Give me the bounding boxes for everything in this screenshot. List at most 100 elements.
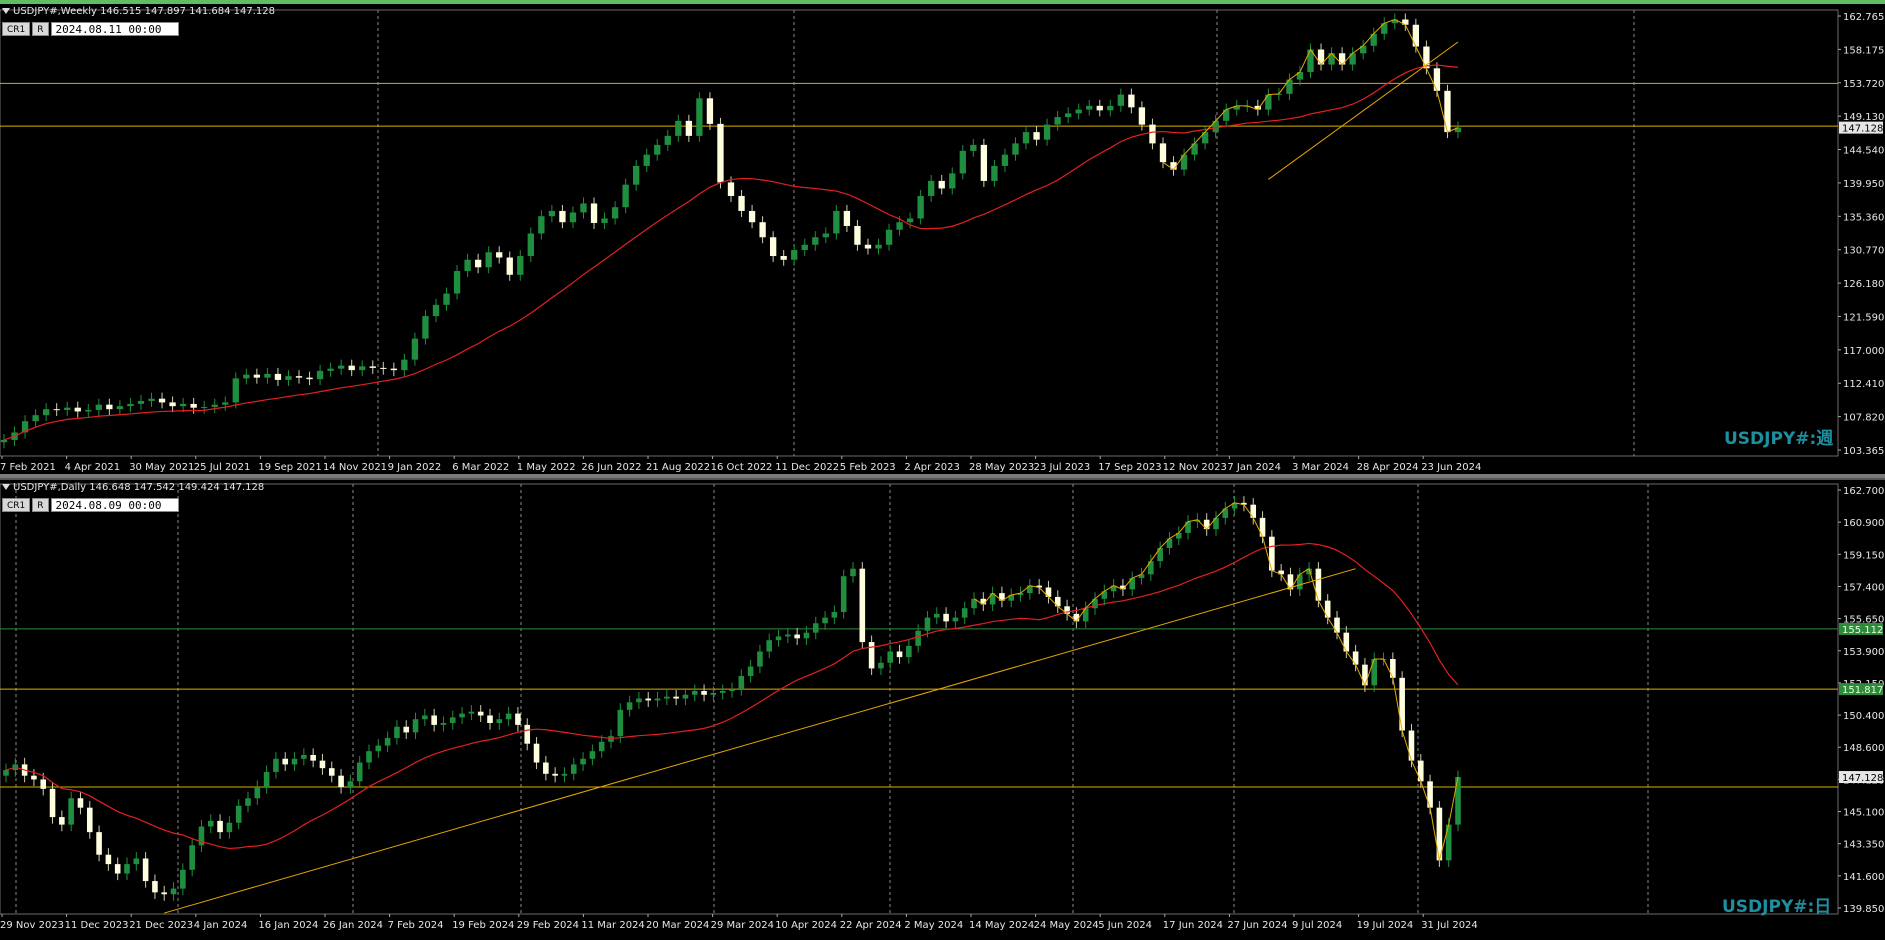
last-price-tag: 147.128: [1842, 773, 1883, 784]
candle-up: [850, 568, 856, 577]
candle-down: [1138, 107, 1146, 125]
candle-down: [685, 120, 693, 136]
candle-up: [654, 144, 661, 155]
x-tick-label: 17 Jun 2024: [1163, 920, 1223, 931]
x-tick-label: 14 Nov 2021: [323, 462, 387, 473]
weekly-date-input[interactable]: 2024.08.11 00:00: [50, 22, 179, 36]
y-tick-label: 158.175: [1843, 45, 1884, 56]
candle-down: [727, 182, 735, 196]
weekly-chart-canvas[interactable]: 162.765 158.175 153.720 149.130 144.540 139.9…: [0, 4, 1885, 474]
candle-up: [1012, 143, 1019, 155]
candle-up: [443, 293, 450, 305]
candle-down: [506, 257, 513, 275]
moving-average-line: [3, 64, 1459, 441]
candle-down: [859, 568, 866, 643]
collapse-triangle-icon[interactable]: [2, 8, 10, 14]
candle-down: [1412, 24, 1420, 47]
candle-up: [412, 719, 419, 733]
x-tick-label: 2 Apr 2023: [904, 462, 959, 473]
x-tick-label: 4 Apr 2021: [65, 462, 120, 473]
candle-up: [116, 406, 124, 410]
candle-up: [254, 786, 261, 799]
candle-up: [633, 165, 640, 185]
candle-down: [980, 144, 988, 181]
candle-up: [517, 256, 524, 275]
candle-up: [133, 858, 140, 865]
candle-down: [431, 715, 437, 725]
x-tick-label: 28 Apr 2024: [1357, 462, 1419, 473]
candle-up: [1054, 117, 1061, 125]
candle-down: [217, 820, 223, 833]
candle-up: [580, 203, 587, 213]
weekly-cr1-button[interactable]: CR1: [2, 22, 31, 36]
x-tick-label: 27 Jun 2024: [1227, 920, 1287, 931]
candle-up: [189, 845, 195, 870]
daily-cr1-button[interactable]: CR1: [2, 498, 31, 512]
collapse-triangle-icon[interactable]: [2, 484, 10, 490]
daily-chart-canvas[interactable]: 162.700160.900159.150157.400155.650153.9…: [0, 480, 1885, 940]
candle-up: [601, 218, 608, 223]
candle-down: [77, 798, 84, 808]
candle-down: [487, 715, 493, 723]
y-tick-label: 160.900: [1843, 518, 1884, 529]
daily-watermark: USDJPY#:日: [1722, 897, 1832, 917]
x-tick-label: 17 Sep 2023: [1098, 462, 1161, 473]
candle-down: [152, 881, 158, 893]
candle-up: [291, 758, 298, 765]
candle-up: [1075, 109, 1082, 114]
candle-down: [474, 259, 482, 268]
x-tick-label: 29 Mar 2024: [711, 920, 774, 931]
y-tick-label: 148.600: [1843, 743, 1884, 754]
candle-up: [449, 717, 456, 723]
candle-down: [706, 98, 714, 124]
candle-up: [840, 576, 847, 612]
candle-up: [617, 709, 624, 737]
candle-down: [943, 613, 949, 622]
candle-up: [235, 805, 242, 823]
y-tick-label: 145.100: [1843, 808, 1884, 819]
candle-up: [675, 120, 682, 136]
x-tick-label: 23 Jun 2024: [1421, 462, 1481, 473]
candle-up: [561, 773, 568, 776]
candle-down: [31, 775, 37, 780]
candle-up: [1086, 105, 1093, 110]
y-tick-label: 157.400: [1843, 582, 1884, 593]
x-tick-label: 30 May 2021: [129, 462, 194, 473]
candle-down: [1433, 68, 1441, 91]
candle-up: [316, 370, 324, 380]
candle-down: [369, 366, 376, 368]
candle-down: [759, 222, 766, 238]
candle-up: [222, 402, 229, 405]
x-tick-label: 5 Jun 2024: [1098, 920, 1152, 931]
candle-down: [74, 407, 81, 412]
x-tick-label: 24 May 2024: [1034, 920, 1099, 931]
weekly-chart-pane[interactable]: 162.765 158.175 153.720 149.130 144.540 139.9…: [0, 0, 1885, 474]
candle-up: [468, 711, 475, 714]
candle-down: [1096, 105, 1103, 111]
candle-up: [32, 415, 39, 422]
candle-down: [142, 858, 149, 882]
candle-down: [158, 398, 166, 403]
daily-r-button[interactable]: R: [32, 498, 49, 512]
candle-down: [403, 726, 410, 733]
candle-up: [917, 195, 924, 219]
candle-down: [161, 892, 168, 895]
candle-up: [928, 180, 935, 196]
candle-down: [40, 779, 47, 789]
daily-date-input[interactable]: 2024.08.09 00:00: [50, 498, 179, 512]
candle-down: [1408, 730, 1415, 761]
y-tick-label: 107.820: [1843, 413, 1884, 424]
daily-controls: CR1 R 2024.08.09 00:00: [2, 498, 179, 512]
weekly-r-button[interactable]: R: [32, 22, 49, 36]
candle-up: [580, 758, 586, 765]
candle-up: [232, 378, 239, 403]
trend-line: [1268, 41, 1459, 180]
candle-up: [538, 216, 545, 234]
candle-up: [347, 781, 354, 787]
x-tick-label: 23 Jul 2023: [1034, 462, 1091, 473]
candle-down: [1444, 90, 1451, 133]
daily-chart-pane[interactable]: 162.700 160.900 159.150 157.400 155.650 153.9…: [0, 478, 1885, 940]
weekly-header: USDJPY#,Weekly 146.515 147.897 141.684 1…: [2, 6, 275, 17]
level-tag: 151.817: [1842, 685, 1883, 696]
x-tick-label: 29 Feb 2024: [517, 920, 579, 931]
